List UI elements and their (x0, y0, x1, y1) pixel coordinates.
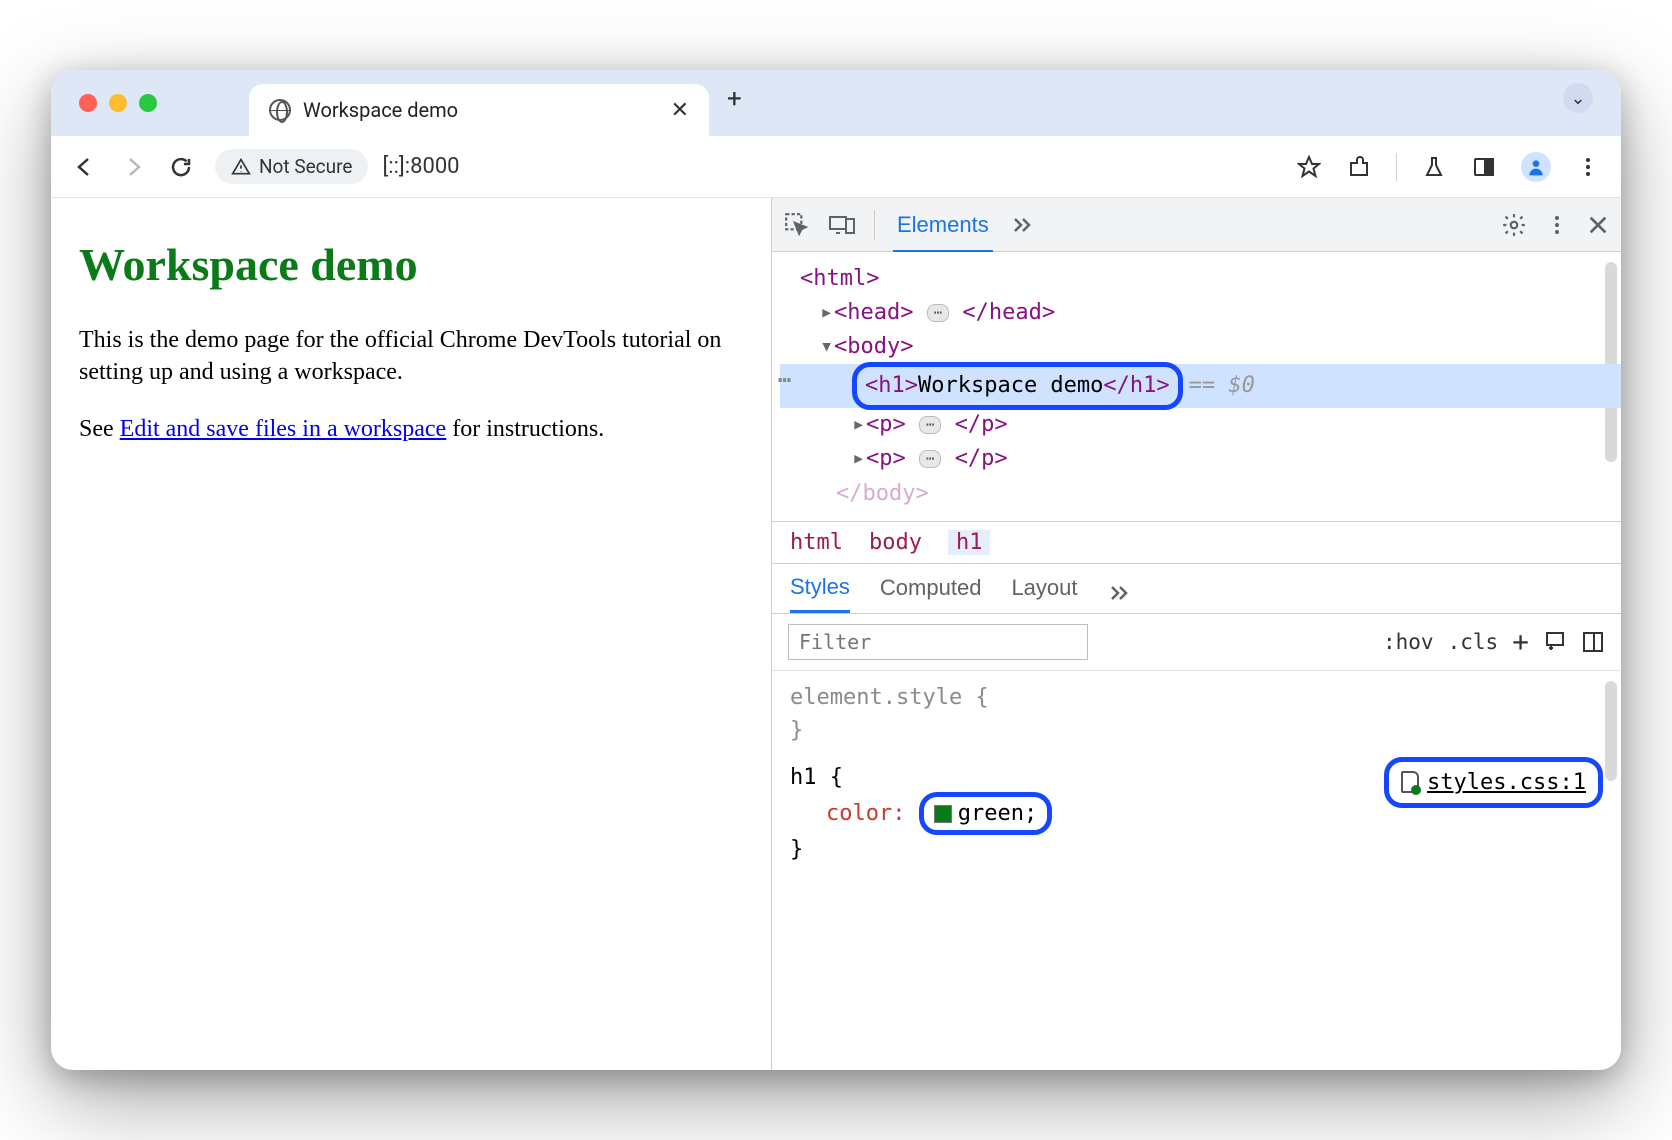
para2-prefix: See (79, 416, 120, 442)
globe-icon (269, 99, 291, 121)
devtools-tab-elements[interactable]: Elements (893, 212, 993, 253)
toolbar-actions (1296, 152, 1601, 182)
browser-window: Workspace demo ✕ + ⌄ Not Secure [::]:800… (51, 70, 1621, 1070)
highlight-annotation: <h1>Workspace demo</h1> (852, 362, 1183, 410)
dom-node-html[interactable]: <html> (780, 262, 1621, 296)
labs-icon[interactable] (1421, 154, 1447, 180)
crumb-html[interactable]: html (790, 530, 843, 555)
rendered-page: Workspace demo This is the demo page for… (51, 198, 771, 1070)
scrollbar[interactable] (1605, 681, 1617, 781)
window-controls (79, 94, 157, 112)
more-tabs-icon[interactable] (1011, 215, 1035, 235)
window-minimize-button[interactable] (109, 94, 127, 112)
page-paragraph-2: See Edit and save files in a workspace f… (79, 413, 743, 445)
styles-tab-styles[interactable]: Styles (790, 574, 850, 613)
extensions-icon[interactable] (1346, 154, 1372, 180)
color-swatch[interactable] (934, 805, 952, 823)
dom-tree[interactable]: <html> ▸<head> ⋯ </head> ▾<body> <h1>Wor… (772, 252, 1621, 521)
forward-button[interactable] (119, 155, 147, 179)
settings-icon[interactable] (1501, 212, 1527, 238)
dom-node-head[interactable]: ▸<head> ⋯ </head> (780, 296, 1621, 330)
warning-icon (231, 157, 251, 177)
styles-filter-input[interactable] (788, 624, 1088, 660)
tab-title: Workspace demo (303, 98, 458, 122)
security-chip[interactable]: Not Secure (215, 149, 368, 184)
crumb-body[interactable]: body (869, 530, 922, 555)
hov-toggle[interactable]: :hov (1383, 630, 1434, 654)
cls-toggle[interactable]: .cls (1448, 630, 1499, 654)
window-close-button[interactable] (79, 94, 97, 112)
profile-avatar[interactable] (1521, 152, 1551, 182)
crumb-h1[interactable]: h1 (948, 530, 991, 555)
security-label: Not Secure (259, 155, 352, 178)
devtools-menu-icon[interactable] (1545, 213, 1569, 237)
kebab-menu-icon[interactable] (1575, 154, 1601, 180)
highlight-annotation: styles.css:1 (1384, 757, 1603, 808)
scrollbar[interactable] (1605, 262, 1617, 462)
tutorial-link[interactable]: Edit and save files in a workspace (120, 416, 447, 442)
para2-suffix: for instructions. (446, 416, 604, 442)
styles-tab-computed[interactable]: Computed (880, 575, 982, 611)
devtools-divider (874, 210, 875, 240)
reload-button[interactable] (167, 155, 195, 179)
close-brace: } (790, 714, 1603, 747)
styles-tabbar: Styles Computed Layout (772, 564, 1621, 614)
selection-indicator: == $0 (1189, 373, 1255, 398)
inspect-icon[interactable] (784, 212, 810, 238)
computed-panel-icon[interactable] (1581, 630, 1605, 654)
browser-toolbar: Not Secure [::]:8000 (51, 136, 1621, 198)
css-rules-pane[interactable]: element.style { } h1 { color: green; } s… (772, 671, 1621, 1070)
dom-node-p1[interactable]: ▸<p> ⋯ </p> (780, 408, 1621, 442)
devtools-tabbar: Elements (772, 198, 1621, 252)
dom-node-h1-selected[interactable]: <h1>Workspace demo</h1>== $0 (780, 364, 1621, 408)
device-toggle-icon[interactable] (828, 212, 856, 238)
new-tab-button[interactable]: + (727, 84, 742, 114)
bookmark-icon[interactable] (1296, 154, 1322, 180)
highlight-annotation: green; (919, 792, 1052, 835)
tab-strip: Workspace demo ✕ + ⌄ (51, 70, 1621, 136)
address-bar[interactable]: Not Secure [::]:8000 (215, 146, 460, 188)
styles-filter-row: :hov .cls + (772, 614, 1621, 671)
page-heading: Workspace demo (79, 234, 743, 296)
url-text: [::]:8000 (382, 154, 459, 179)
window-dropdown-button[interactable]: ⌄ (1563, 83, 1593, 113)
side-panel-icon[interactable] (1471, 154, 1497, 180)
tab-close-button[interactable]: ✕ (671, 98, 689, 123)
dom-breadcrumb: html body h1 (772, 521, 1621, 564)
browser-tab[interactable]: Workspace demo ✕ (249, 84, 709, 136)
dom-node-body[interactable]: ▾<body> (780, 330, 1621, 364)
toolbar-divider (1396, 153, 1397, 181)
back-button[interactable] (71, 155, 99, 179)
source-filename: styles.css:1 (1427, 766, 1586, 799)
rule-source-link[interactable]: styles.css:1 (1384, 759, 1603, 806)
window-maximize-button[interactable] (139, 94, 157, 112)
new-style-rule-button[interactable]: + (1512, 625, 1529, 658)
close-brace: } (790, 833, 1603, 866)
content-area: Workspace demo This is the demo page for… (51, 198, 1621, 1070)
devtools-panel: Elements <html> (771, 198, 1621, 1070)
format-icon[interactable] (1543, 630, 1567, 654)
more-styles-tabs-icon[interactable] (1108, 583, 1132, 603)
page-paragraph-1: This is the demo page for the official C… (79, 324, 743, 389)
dom-node-p2[interactable]: ▸<p> ⋯ </p> (780, 442, 1621, 476)
element-style-rule[interactable]: element.style { (790, 681, 1603, 714)
devtools-close-icon[interactable] (1587, 214, 1609, 236)
file-icon (1401, 771, 1419, 793)
dom-node-body-close[interactable]: </body> (780, 477, 1621, 511)
styles-tab-layout[interactable]: Layout (1011, 575, 1077, 611)
